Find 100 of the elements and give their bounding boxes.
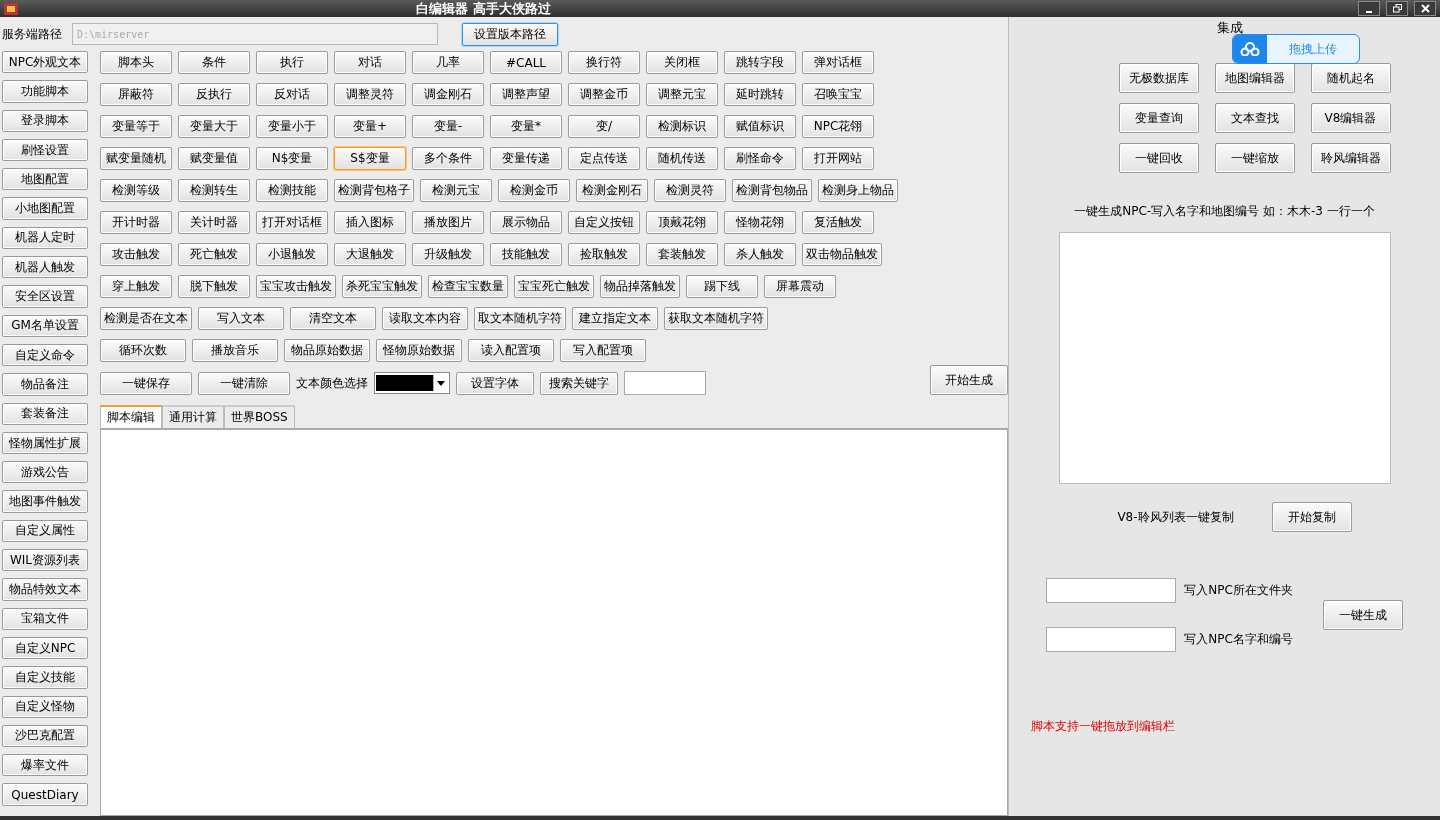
- command-button[interactable]: 取文本随机字符: [474, 307, 566, 330]
- command-button[interactable]: 赋值标识: [724, 115, 796, 138]
- color-dropdown[interactable]: [374, 372, 450, 394]
- command-button[interactable]: N$变量: [256, 147, 328, 170]
- keyword-field[interactable]: [624, 371, 706, 395]
- sidebar-button[interactable]: 物品备注: [2, 373, 88, 396]
- command-button[interactable]: 随机传送: [646, 147, 718, 170]
- command-button[interactable]: 检测标识: [646, 115, 718, 138]
- clear-button[interactable]: 一键清除: [198, 371, 290, 395]
- search-keyword-button[interactable]: 搜索关键字: [540, 371, 618, 395]
- command-button[interactable]: 读取文本内容: [382, 307, 468, 330]
- tool-button[interactable]: 变量查询: [1118, 103, 1199, 133]
- command-button[interactable]: 检测背包格子: [334, 179, 414, 202]
- command-button[interactable]: 建立指定文本: [572, 307, 658, 330]
- command-button[interactable]: 踢下线: [686, 275, 758, 298]
- command-button[interactable]: 开计时器: [100, 211, 172, 234]
- tool-button[interactable]: 一键回收: [1118, 143, 1199, 173]
- command-button[interactable]: 检测背包物品: [732, 179, 812, 202]
- command-button[interactable]: 写入文本: [198, 307, 284, 330]
- command-button[interactable]: 怪物原始数据: [376, 339, 462, 362]
- sidebar-button[interactable]: 安全区设置: [2, 285, 88, 308]
- command-button[interactable]: 调整灵符: [334, 83, 406, 106]
- command-button[interactable]: 检查宝宝数量: [428, 275, 508, 298]
- command-button[interactable]: 杀死宝宝触发: [342, 275, 422, 298]
- editor-tab[interactable]: 通用计算: [162, 405, 224, 428]
- generate-button[interactable]: 开始生成: [930, 365, 1008, 395]
- sidebar-button[interactable]: 地图事件触发: [2, 490, 88, 513]
- command-button[interactable]: 弹对话框: [802, 51, 874, 74]
- command-button[interactable]: 双击物品触发: [802, 243, 882, 266]
- npc-input-field[interactable]: [1046, 627, 1177, 652]
- command-button[interactable]: 物品原始数据: [284, 339, 370, 362]
- command-button[interactable]: 调整元宝: [646, 83, 718, 106]
- sidebar-button[interactable]: NPC外观文本: [2, 51, 88, 74]
- tool-button[interactable]: 无极数据库: [1118, 63, 1199, 93]
- command-button[interactable]: 检测等级: [100, 179, 172, 202]
- command-button[interactable]: 反执行: [178, 83, 250, 106]
- command-button[interactable]: 小退触发: [256, 243, 328, 266]
- set-font-button[interactable]: 设置字体: [456, 371, 534, 395]
- command-button[interactable]: 杀人触发: [724, 243, 796, 266]
- command-button[interactable]: 召唤宝宝: [802, 83, 874, 106]
- command-button[interactable]: 反对话: [256, 83, 328, 106]
- sidebar-button[interactable]: 沙巴克配置: [2, 724, 88, 748]
- command-button[interactable]: 脱下触发: [178, 275, 250, 298]
- command-button[interactable]: 检测灵符: [654, 179, 726, 202]
- command-button[interactable]: 变量+: [334, 115, 406, 138]
- command-button[interactable]: 插入图标: [334, 211, 406, 234]
- command-button[interactable]: 攻击触发: [100, 243, 172, 266]
- command-button[interactable]: 检测技能: [256, 179, 328, 202]
- command-button[interactable]: 捡取触发: [568, 243, 640, 266]
- sidebar-button[interactable]: 自定义命令: [2, 343, 88, 367]
- command-button[interactable]: 变量小于: [256, 115, 328, 138]
- command-button[interactable]: 变/: [568, 115, 640, 138]
- command-button[interactable]: 检测是否在文本: [100, 307, 192, 330]
- tool-button[interactable]: 聆风编辑器: [1310, 143, 1391, 173]
- command-button[interactable]: 宝宝攻击触发: [256, 275, 336, 298]
- command-button[interactable]: 大退触发: [334, 243, 406, 266]
- sidebar-button[interactable]: 自定义怪物: [2, 695, 88, 718]
- command-button[interactable]: 升级触发: [412, 243, 484, 266]
- command-button[interactable]: 脚本头: [100, 51, 172, 74]
- sidebar-button[interactable]: 物品特效文本: [2, 578, 88, 601]
- command-button[interactable]: 打开对话框: [256, 211, 328, 234]
- command-button[interactable]: 死亡触发: [178, 243, 250, 266]
- command-button[interactable]: NPC花翎: [802, 115, 874, 138]
- command-button[interactable]: 清空文本: [290, 307, 376, 330]
- command-button[interactable]: 变量*: [490, 115, 562, 138]
- sidebar-button[interactable]: 游戏公告: [2, 461, 88, 484]
- sidebar-button[interactable]: GM名单设置: [2, 314, 88, 337]
- command-button[interactable]: 技能触发: [490, 243, 562, 266]
- minimize-button[interactable]: [1358, 1, 1380, 16]
- save-button[interactable]: 一键保存: [100, 371, 192, 395]
- command-button[interactable]: 跳转字段: [724, 51, 796, 74]
- sidebar-button[interactable]: 机器人定时: [2, 226, 88, 250]
- sidebar-button[interactable]: 宝箱文件: [2, 607, 88, 630]
- sidebar-button[interactable]: 套装备注: [2, 402, 88, 425]
- command-button[interactable]: 检测身上物品: [818, 179, 898, 202]
- command-button[interactable]: 对话: [334, 51, 406, 74]
- command-button[interactable]: 延时跳转: [724, 83, 796, 106]
- restore-button[interactable]: [1386, 1, 1408, 16]
- command-button[interactable]: 自定义按钮: [568, 211, 640, 234]
- editor-tab[interactable]: 世界BOSS: [224, 405, 295, 428]
- command-button[interactable]: 变量-: [412, 115, 484, 138]
- command-button[interactable]: 穿上触发: [100, 275, 172, 298]
- command-button[interactable]: 刷怪命令: [724, 147, 796, 170]
- npc-generate-button[interactable]: 一键生成: [1322, 600, 1403, 630]
- command-button[interactable]: 套装触发: [646, 243, 718, 266]
- tool-button[interactable]: 随机起名: [1310, 63, 1391, 93]
- command-button[interactable]: 定点传送: [568, 147, 640, 170]
- command-button[interactable]: 赋变量随机: [100, 147, 172, 170]
- command-button[interactable]: 关闭框: [646, 51, 718, 74]
- sidebar-button[interactable]: 功能脚本: [2, 80, 88, 103]
- start-copy-button[interactable]: 开始复制: [1271, 502, 1352, 532]
- command-button[interactable]: 循环次数: [100, 339, 186, 362]
- sidebar-button[interactable]: WIL资源列表: [2, 549, 88, 572]
- tool-button[interactable]: 一键缩放: [1214, 143, 1295, 173]
- sidebar-button[interactable]: 登录脚本: [2, 109, 88, 132]
- command-button[interactable]: 几率: [412, 51, 484, 74]
- editor-tab[interactable]: 脚本编辑: [100, 405, 162, 428]
- command-button[interactable]: 展示物品: [490, 211, 562, 234]
- command-button[interactable]: 获取文本随机字符: [664, 307, 768, 330]
- command-button[interactable]: 屏蔽符: [100, 83, 172, 106]
